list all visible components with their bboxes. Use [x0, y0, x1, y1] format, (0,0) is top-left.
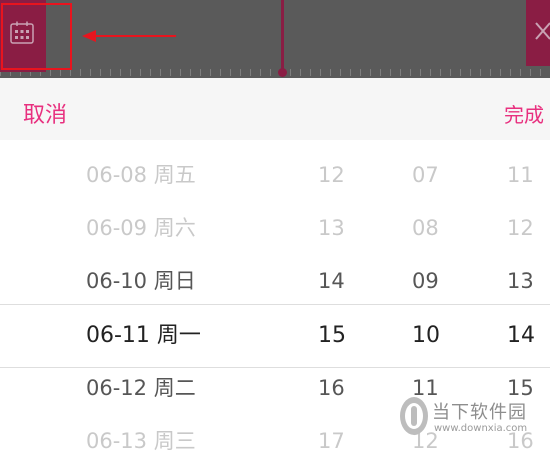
second-cell: 14	[507, 323, 535, 348]
minute-cell: 10	[412, 323, 440, 348]
picker-row-selected[interactable]: 06-11 周一 15 10 14	[0, 309, 550, 362]
hour-cell: 17	[318, 429, 345, 453]
picker-row[interactable]: 06-10 周日 14 09 13	[0, 255, 550, 308]
hour-cell: 14	[318, 269, 345, 293]
hour-cell: 15	[318, 323, 346, 348]
picker-action-bar: 取消 完成	[0, 78, 550, 140]
top-toolbar	[0, 0, 550, 78]
watermark: 当下软件园 www.downxia.com	[398, 392, 548, 448]
picker-row[interactable]: 06-08 周五 12 07 11	[0, 149, 550, 202]
minute-cell: 09	[412, 269, 439, 293]
hour-cell: 16	[318, 376, 345, 400]
date-cell: 06-09 周六	[86, 216, 196, 240]
watermark-logo-icon	[400, 397, 428, 435]
timeline-cursor-handle[interactable]	[278, 68, 287, 77]
hour-cell: 12	[318, 163, 345, 187]
second-cell: 13	[507, 269, 534, 293]
date-cell: 06-12 周二	[86, 376, 196, 400]
close-button[interactable]	[526, 0, 550, 66]
date-cell: 06-08 周五	[86, 163, 196, 187]
date-cell: 06-11 周一	[86, 323, 201, 348]
watermark-url: www.downxia.com	[434, 423, 528, 434]
close-icon	[535, 22, 550, 40]
second-cell: 12	[507, 216, 534, 240]
minute-cell: 08	[412, 216, 439, 240]
picker-row[interactable]: 06-09 周六 13 08 12	[0, 202, 550, 255]
date-cell: 06-13 周三	[86, 429, 196, 453]
hour-cell: 13	[318, 216, 345, 240]
timeline-ruler	[0, 69, 550, 76]
second-cell: 11	[507, 163, 534, 187]
date-cell: 06-10 周日	[86, 269, 196, 293]
done-button[interactable]: 完成	[504, 99, 544, 128]
cancel-button[interactable]: 取消	[23, 97, 67, 129]
minute-cell: 07	[412, 163, 439, 187]
watermark-name: 当下软件园	[432, 402, 527, 423]
annotation-highlight-box	[1, 3, 72, 70]
timeline-cursor[interactable]	[281, 0, 284, 74]
arrow-left-icon	[82, 30, 176, 42]
